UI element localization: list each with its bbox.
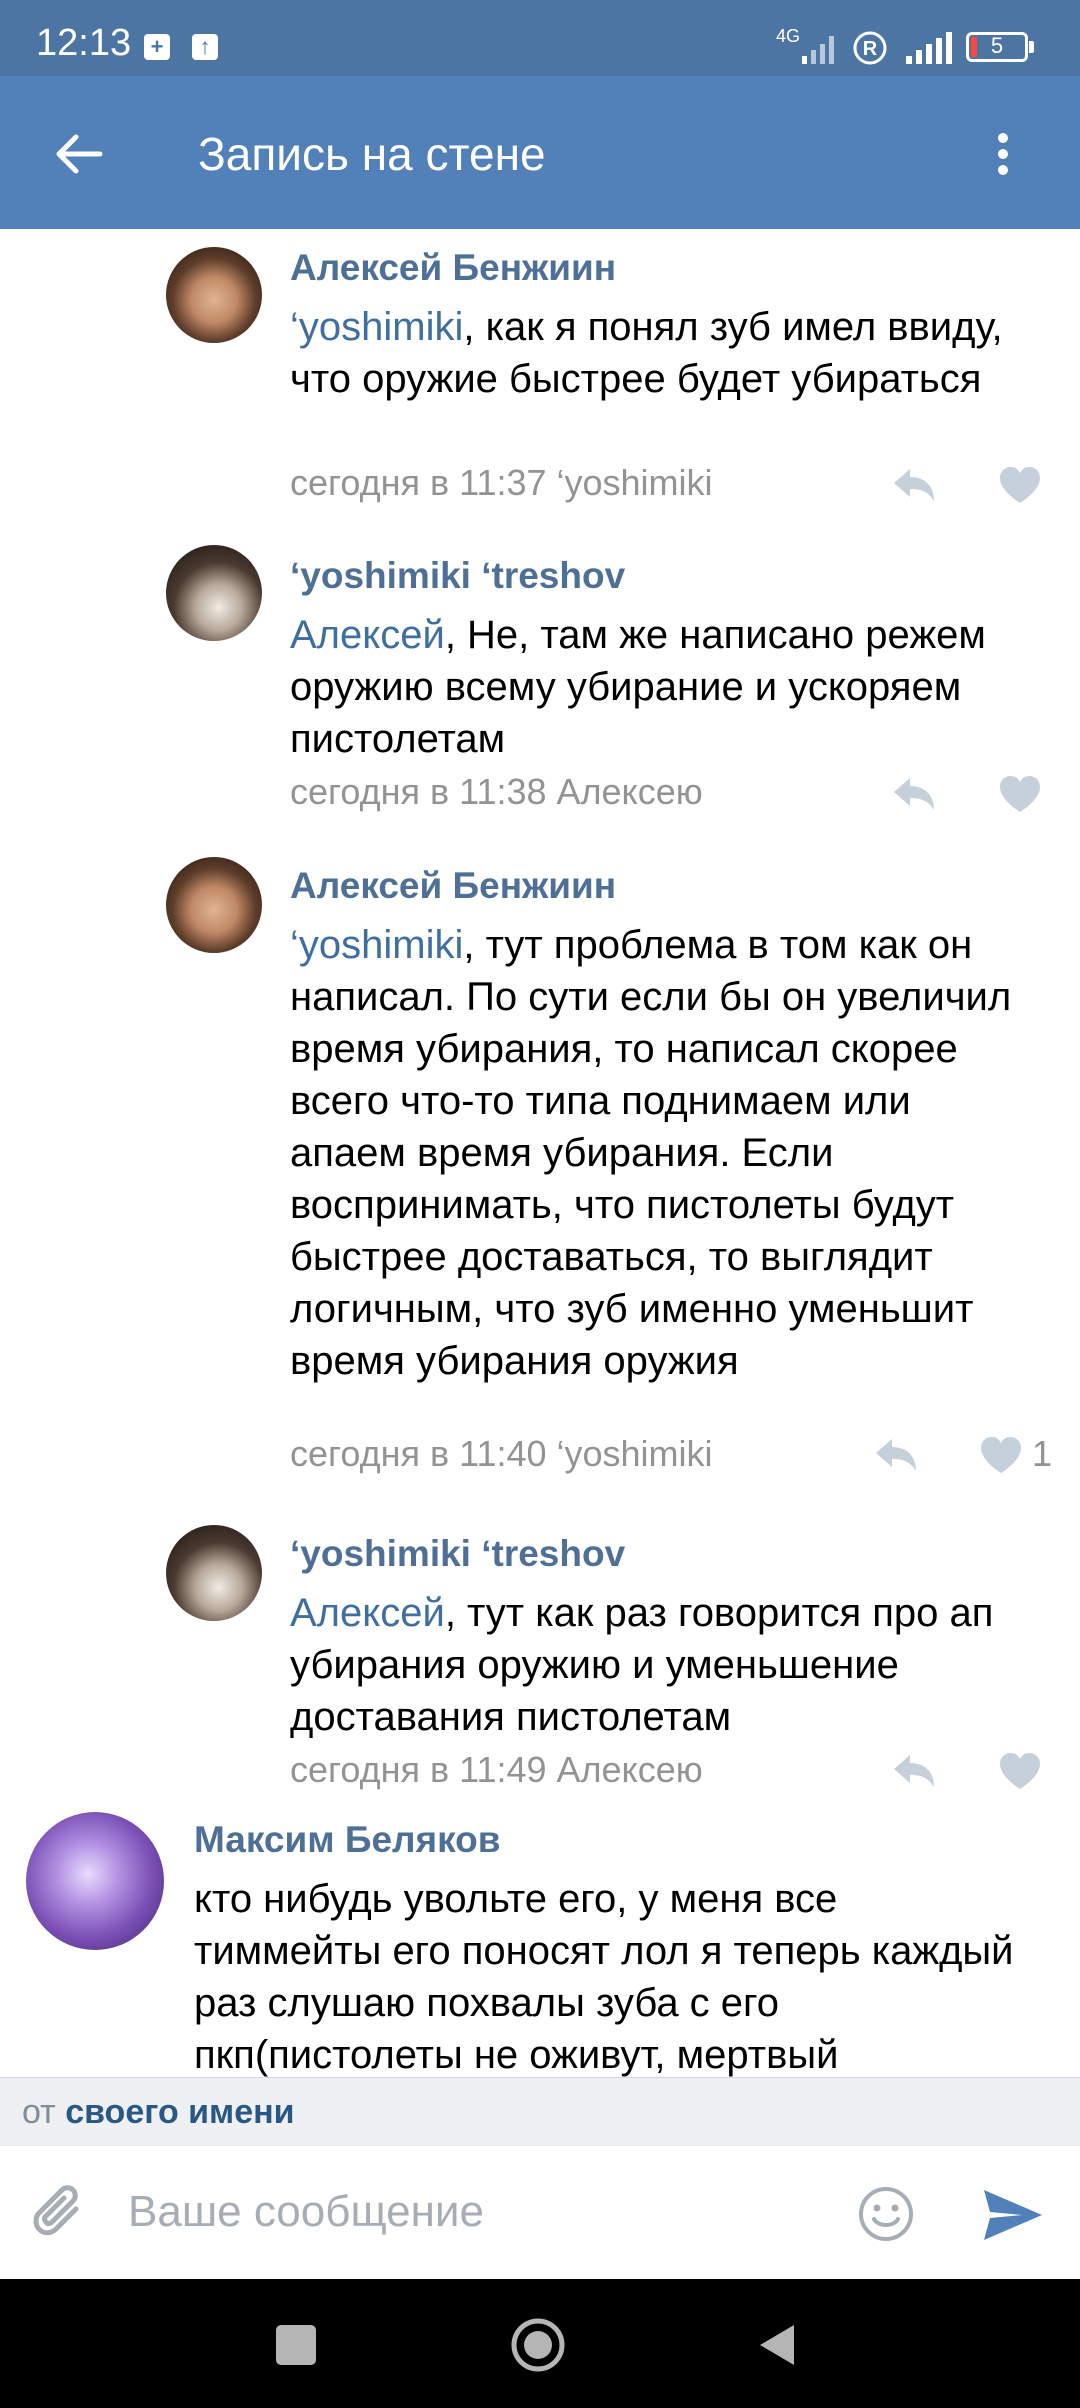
reply-icon[interactable] [890,465,938,505]
comment-meta: сегодня в 11:40 ‘yoshimiki [290,1433,713,1474]
comment-text: Алексей, тут как раз говорится про ап уб… [290,1587,1030,1743]
emoji-icon[interactable] [856,2184,916,2244]
heart-icon[interactable] [997,774,1043,814]
battery-icon: 5 [966,32,1034,62]
comment-author[interactable]: Алексей Бенжиин [290,243,616,293]
comment-meta: сегодня в 11:37 ‘yoshimiki [290,462,713,503]
status-time: 12:13 [36,22,132,64]
post-as-name[interactable]: своего имени [65,2093,294,2131]
back-button[interactable] [756,2321,798,2369]
comment-mention[interactable]: Алексей [290,1591,445,1635]
comment-text: Алексей, Не, там же написано режем оружи… [290,609,1030,765]
back-arrow-icon[interactable] [48,124,108,184]
avatar[interactable] [166,247,262,343]
reply-icon[interactable] [872,1435,920,1475]
post-as-prefix: от [22,2093,56,2131]
comment-mention[interactable]: Алексей [290,613,445,657]
comment-meta: сегодня в 11:38 Алексею [290,771,703,812]
comment-mention[interactable]: ‘yoshimiki [290,923,463,967]
comment-body: кто нибудь увольте его, у меня все тимме… [194,1877,1014,2077]
send-icon[interactable] [982,2188,1044,2242]
status-bar: 12:13 + ↑ 4G R 5 [0,0,1080,76]
recent-apps-button[interactable] [276,2325,316,2365]
reply-icon[interactable] [890,774,938,814]
home-button[interactable] [510,2317,566,2373]
comment-item: Алексей Бенжиин ‘yoshimiki, тут проблема… [0,829,1080,1494]
post-as-text: от своего имени [22,2088,295,2136]
comment-author[interactable]: Алексей Бенжиин [290,861,616,911]
battery-level: 5 [990,33,1004,58]
comments-feed[interactable]: Алексей Бенжиин ‘yoshimiki, как я понял … [0,229,1080,2077]
comment-item: Алексей Бенжиин ‘yoshimiki, как я понял … [0,229,1080,519]
wifi-signal-icon [906,32,952,64]
system-navigation-bar [0,2279,1080,2408]
comment-text: ‘yoshimiki, тут проблема в том как он на… [290,919,1030,1387]
comment-text: кто нибудь увольте его, у меня все тимме… [194,1873,1024,2077]
notification-icon: + [144,34,170,60]
avatar[interactable] [166,1525,262,1621]
comment-item: Максим Беляков кто нибудь увольте его, у… [0,1799,1080,2077]
comment-item: ‘yoshimiki ‘treshov Алексей, тут как раз… [0,1494,1080,1799]
heart-icon[interactable] [997,1751,1043,1791]
avatar[interactable] [166,545,262,641]
page-title: Запись на стене [198,128,546,180]
message-input[interactable] [128,2174,828,2250]
comment-item: ‘yoshimiki ‘treshov Алексей, Не, там же … [0,519,1080,829]
comment-meta: сегодня в 11:49 Алексею [290,1749,703,1790]
network-type-label: 4G [776,26,801,46]
avatar[interactable] [26,1812,164,1950]
reply-icon[interactable] [890,1751,938,1791]
comment-mention[interactable]: ‘yoshimiki [290,305,463,349]
avatar[interactable] [166,857,262,953]
more-vertical-icon[interactable] [988,124,1018,184]
like-count: 1 [1032,1433,1053,1474]
message-composer [0,2145,1080,2280]
app-bar: Запись на стене [0,76,1080,229]
comment-author[interactable]: ‘yoshimiki ‘treshov [290,1529,625,1579]
upload-icon: ↑ [192,34,218,60]
svg-text:R: R [863,38,878,60]
post-as-bar[interactable]: от своего имени [0,2077,1080,2146]
signal-icon [802,36,834,64]
comment-text: ‘yoshimiki, как я понял зуб имел ввиду, … [290,301,1030,405]
comment-author[interactable]: ‘yoshimiki ‘treshov [290,551,625,601]
heart-icon[interactable] [978,1435,1024,1475]
comment-author[interactable]: Максим Беляков [194,1815,501,1865]
registered-icon: R [853,31,887,65]
attach-icon[interactable] [32,2185,90,2243]
heart-icon[interactable] [997,465,1043,505]
comment-body: , тут проблема в том как он написал. По … [290,923,1012,1383]
